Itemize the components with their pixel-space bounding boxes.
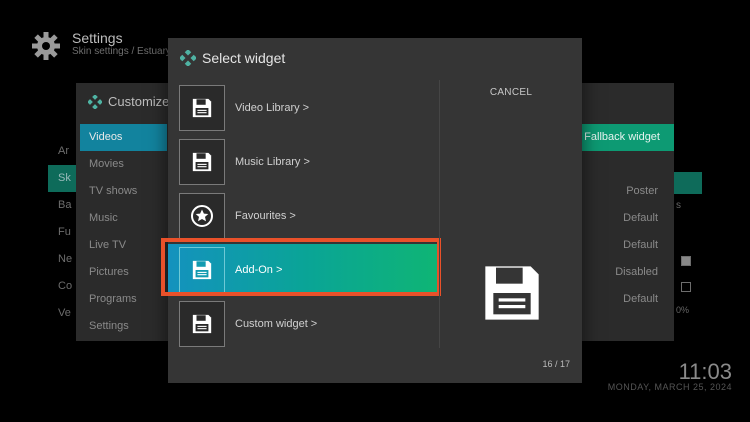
widget-item-label: Video Library > — [235, 102, 310, 114]
background-right-text: s — [676, 200, 681, 211]
background-selection-bar — [672, 172, 702, 194]
floppy-disk-icon — [179, 247, 225, 293]
floppy-disk-icon — [480, 261, 544, 330]
dialog-title: Select widget — [180, 50, 285, 66]
date: MONDAY, MARCH 25, 2024 — [607, 382, 732, 392]
star-icon — [179, 193, 225, 239]
customize-title-text: Customize — [108, 94, 170, 109]
gear-icon — [32, 32, 60, 60]
category-programs[interactable]: Programs — [80, 286, 167, 313]
widget-item-add-on[interactable]: Add-On > — [161, 238, 441, 296]
cancel-button[interactable]: CANCEL — [458, 87, 564, 98]
widget-item-label: Custom widget > — [235, 318, 318, 330]
widget-item-favourites[interactable]: Favourites > — [168, 190, 440, 242]
category-live-tv[interactable]: Live TV — [80, 232, 167, 259]
widget-item-label: Music Library > — [235, 156, 310, 168]
widget-item-label: Favourites > — [235, 210, 296, 222]
background-checkbox — [681, 256, 691, 266]
category-music[interactable]: Music — [80, 205, 167, 232]
background-subtitle: Skin settings / Estuary — [72, 46, 171, 57]
category-movies[interactable]: Movies — [80, 151, 167, 178]
background-checkbox — [681, 282, 691, 292]
category-settings[interactable]: Settings — [80, 313, 167, 340]
dialog-divider — [439, 80, 440, 348]
widget-item-video-library[interactable]: Video Library > — [168, 82, 440, 134]
customize-title: Customize — [88, 94, 169, 109]
floppy-disk-icon — [179, 85, 225, 131]
background-percent: 0% — [676, 305, 690, 315]
widget-icon — [88, 94, 102, 109]
background-header: Settings Skin settings / Estuary — [30, 30, 171, 62]
widget-list: Video Library > Music Library > Favourit… — [161, 82, 441, 352]
widget-item-custom-widget[interactable]: Custom widget > — [168, 298, 440, 350]
select-widget-dialog: Select widget Video Library > Music Libr… — [161, 38, 582, 383]
category-videos[interactable]: Videos — [80, 124, 167, 151]
page-count: 16 / 17 — [542, 359, 570, 369]
background-title: Settings — [72, 30, 123, 46]
widget-item-label: Add-On > — [235, 264, 283, 276]
widget-item-music-library[interactable]: Music Library > — [168, 136, 440, 188]
floppy-disk-icon — [179, 139, 225, 185]
widget-icon — [180, 50, 196, 66]
category-list: Videos Movies TV shows Music Live TV Pic… — [80, 124, 167, 340]
category-pictures[interactable]: Pictures — [80, 259, 167, 286]
dialog-title-text: Select widget — [202, 50, 286, 66]
category-tv-shows[interactable]: TV shows — [80, 178, 167, 205]
floppy-disk-icon — [179, 301, 225, 347]
